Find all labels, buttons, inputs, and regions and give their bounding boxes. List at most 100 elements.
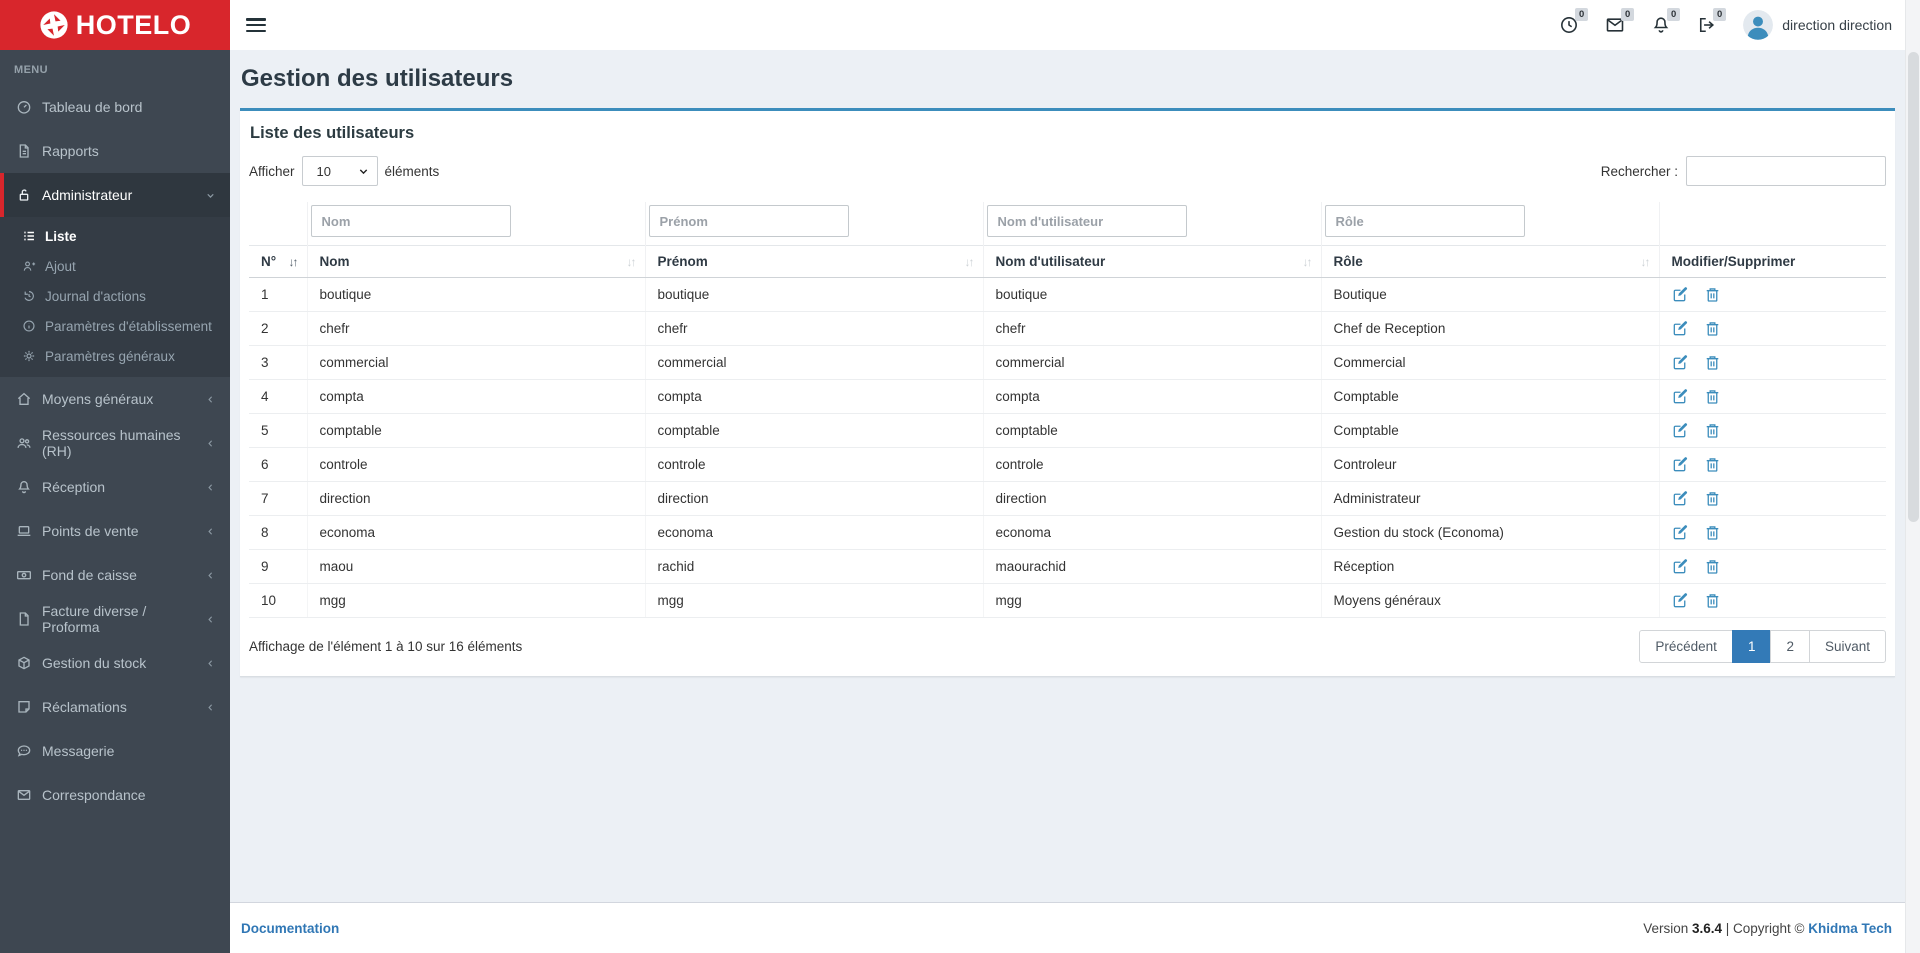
cell-username: economa: [983, 516, 1321, 550]
trash-icon: [1704, 558, 1721, 575]
delete-user-button[interactable]: [1704, 320, 1721, 337]
delete-user-button[interactable]: [1704, 286, 1721, 303]
column-header-nom[interactable]: Nom↓↑: [307, 246, 645, 278]
cell-username: comptable: [983, 414, 1321, 448]
cell-prenom: commercial: [645, 346, 983, 380]
cell-nom: economa: [307, 516, 645, 550]
cell-role: Boutique: [1321, 278, 1659, 312]
pagination-page-1-button[interactable]: 1: [1732, 630, 1772, 663]
sidebar-item-points-de-vente[interactable]: Points de vente: [0, 509, 230, 553]
history-icon: [22, 289, 36, 303]
edit-user-button[interactable]: [1672, 320, 1689, 337]
edit-user-button[interactable]: [1672, 354, 1689, 371]
sidebar-subitem-parametres-generaux[interactable]: Paramètres généraux: [0, 341, 230, 371]
edit-icon: [1672, 320, 1689, 337]
sidebar-item-administrateur[interactable]: Administrateur: [0, 173, 230, 217]
chevron-left-icon: [205, 570, 216, 581]
brand-logo[interactable]: HOTELO: [0, 0, 230, 50]
trash-icon: [1704, 388, 1721, 405]
sidebar-item-gestion-du-stock[interactable]: Gestion du stock: [0, 641, 230, 685]
filter-username-input[interactable]: [987, 205, 1187, 237]
sidebar-item-reception[interactable]: Réception: [0, 465, 230, 509]
edit-user-button[interactable]: [1672, 422, 1689, 439]
history-menu-button[interactable]: 0: [1559, 15, 1579, 35]
sidebar-subitem-parametres-etablissement[interactable]: Paramètres d'établissement: [0, 311, 230, 341]
logout-menu-button[interactable]: 0: [1697, 15, 1717, 35]
cell-num: 2: [249, 312, 307, 346]
pagination-next-button[interactable]: Suivant: [1809, 630, 1886, 663]
edit-user-button[interactable]: [1672, 592, 1689, 609]
sidebar-item-facture-diverse[interactable]: Facture diverse / Proforma: [0, 597, 230, 641]
sidebar-subitem-liste[interactable]: Liste: [0, 221, 230, 251]
edit-user-button[interactable]: [1672, 286, 1689, 303]
delete-user-button[interactable]: [1704, 558, 1721, 575]
sidebar-item-reclamations[interactable]: Réclamations: [0, 685, 230, 729]
logout-badge: 0: [1713, 8, 1726, 21]
column-header-role[interactable]: Rôle↓↑: [1321, 246, 1659, 278]
table-toolbar: Afficher 10 éléments Rechercher :: [249, 156, 1886, 186]
page-scrollbar[interactable]: [1905, 0, 1920, 953]
chevron-down-icon: [205, 190, 216, 201]
documentation-link[interactable]: Documentation: [241, 921, 339, 936]
cell-nom: maou: [307, 550, 645, 584]
filter-role-input[interactable]: [1325, 205, 1525, 237]
column-header-num[interactable]: N°↓↑: [249, 246, 307, 278]
cell-username: mgg: [983, 584, 1321, 618]
pagination-prev-button[interactable]: Précédent: [1639, 630, 1733, 663]
search-input[interactable]: [1686, 156, 1886, 186]
sidebar-item-tableau-de-bord[interactable]: Tableau de bord: [0, 85, 230, 129]
chevron-left-icon: [205, 438, 216, 449]
money-icon: [16, 567, 32, 583]
edit-icon: [1672, 422, 1689, 439]
column-header-username[interactable]: Nom d'utilisateur↓↑: [983, 246, 1321, 278]
cell-num: 6: [249, 448, 307, 482]
pagination-page-2-button[interactable]: 2: [1770, 630, 1810, 663]
page-length-select[interactable]: 10: [302, 156, 378, 186]
filter-nom-input[interactable]: [311, 205, 511, 237]
edit-icon: [1672, 524, 1689, 541]
cell-actions: [1659, 380, 1886, 414]
table-row: 3commercialcommercialcommercialCommercia…: [249, 346, 1886, 380]
pagination: Précédent 1 2 Suivant: [1639, 630, 1886, 663]
column-header-prenom[interactable]: Prénom↓↑: [645, 246, 983, 278]
chevron-left-icon: [205, 394, 216, 405]
cell-role: Moyens généraux: [1321, 584, 1659, 618]
edit-user-button[interactable]: [1672, 524, 1689, 541]
edit-user-button[interactable]: [1672, 456, 1689, 473]
filter-prenom-input[interactable]: [649, 205, 849, 237]
sidebar-subitem-journal-actions[interactable]: Journal d'actions: [0, 281, 230, 311]
cell-actions: [1659, 312, 1886, 346]
cell-num: 4: [249, 380, 307, 414]
sidebar-toggle-button[interactable]: [246, 18, 266, 32]
edit-user-button[interactable]: [1672, 388, 1689, 405]
sidebar-item-fond-de-caisse[interactable]: Fond de caisse: [0, 553, 230, 597]
scrollbar-thumb[interactable]: [1908, 52, 1919, 522]
chevron-left-icon: [205, 482, 216, 493]
delete-user-button[interactable]: [1704, 456, 1721, 473]
select-caret-icon: [358, 166, 369, 177]
sidebar-item-moyens-generaux[interactable]: Moyens généraux: [0, 377, 230, 421]
delete-user-button[interactable]: [1704, 592, 1721, 609]
sidebar-item-correspondance[interactable]: Correspondance: [0, 773, 230, 817]
sidebar-item-rapports[interactable]: Rapports: [0, 129, 230, 173]
delete-user-button[interactable]: [1704, 422, 1721, 439]
user-name: direction direction: [1782, 17, 1892, 33]
company-link[interactable]: Khidma Tech: [1808, 921, 1892, 936]
delete-user-button[interactable]: [1704, 490, 1721, 507]
sidebar-item-ressources-humaines[interactable]: Ressources humaines (RH): [0, 421, 230, 465]
delete-user-button[interactable]: [1704, 354, 1721, 371]
edit-user-button[interactable]: [1672, 490, 1689, 507]
notifications-menu-button[interactable]: 0: [1651, 15, 1671, 35]
sort-icon: ↓↑: [283, 255, 297, 269]
cell-prenom: rachid: [645, 550, 983, 584]
user-menu[interactable]: direction direction: [1743, 10, 1892, 40]
edit-user-button[interactable]: [1672, 558, 1689, 575]
table-row: 2chefrchefrchefrChef de Reception: [249, 312, 1886, 346]
messages-menu-button[interactable]: 0: [1605, 15, 1625, 35]
sidebar-item-messagerie[interactable]: Messagerie: [0, 729, 230, 773]
sidebar-subitem-ajout[interactable]: Ajout: [0, 251, 230, 281]
chevron-left-icon: [205, 658, 216, 669]
cell-num: 3: [249, 346, 307, 380]
delete-user-button[interactable]: [1704, 524, 1721, 541]
delete-user-button[interactable]: [1704, 388, 1721, 405]
